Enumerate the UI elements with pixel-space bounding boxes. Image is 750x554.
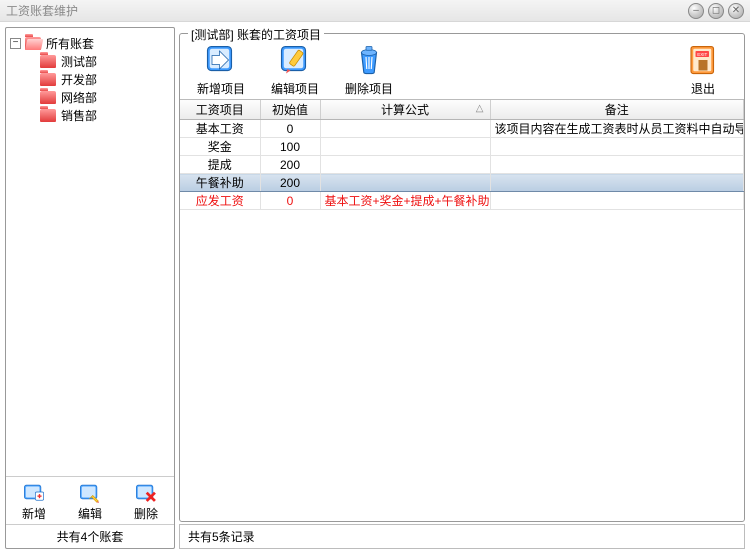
main-pane: [测试部] 账套的工资项目 新增项目 [179,27,745,549]
minimize-button[interactable]: – [688,3,704,19]
edit-icon [79,481,101,503]
add-item-label: 新增项目 [197,80,245,97]
tree-item[interactable]: 销售部 [10,106,170,124]
account-tree[interactable]: − 所有账套 测试部开发部网络部销售部 [6,28,174,476]
folder-icon [40,55,56,68]
sidebar-delete-label: 删除 [134,505,158,522]
sidebar: − 所有账套 测试部开发部网络部销售部 新增 [5,27,175,549]
table-cell[interactable] [320,156,490,174]
window-title: 工资账套维护 [6,2,78,19]
maximize-button[interactable]: ◻ [708,3,724,19]
table-cell[interactable]: 基本工资 [180,120,260,138]
col-initial-value[interactable]: 初始值 [260,100,320,120]
delete-item-icon [351,42,387,78]
table-row[interactable]: 奖金100 [180,138,744,156]
sidebar-toolbar: 新增 编辑 删除 [6,476,174,524]
table-header-row[interactable]: 工资项目 初始值 计算公式△ 备注 [180,100,744,120]
group-legend: [测试部] 账套的工资项目 [188,26,324,43]
table-row[interactable]: 提成200 [180,156,744,174]
table-cell[interactable]: 200 [260,156,320,174]
title-bar: 工资账套维护 – ◻ ✕ [0,0,750,22]
tree-item-label: 网络部 [61,89,97,106]
main-status: 共有5条记录 [179,524,745,549]
table-cell[interactable]: 提成 [180,156,260,174]
exit-label: 退出 [691,80,715,97]
sidebar-delete-button[interactable]: 删除 [121,481,171,522]
table-cell[interactable]: 该项目内容在生成工资表时从员工资料中自动导入 [490,120,744,138]
exit-icon: EXIT [685,42,721,78]
col-remark[interactable]: 备注 [490,100,744,120]
sidebar-edit-label: 编辑 [78,505,102,522]
table-row[interactable]: 应发工资0基本工资+奖金+提成+午餐补助 [180,192,744,210]
tree-item-label: 测试部 [61,53,97,70]
folder-icon [40,91,56,104]
tree-item[interactable]: 测试部 [10,52,170,70]
add-item-icon [203,42,239,78]
sidebar-add-label: 新增 [22,505,46,522]
table-cell[interactable]: 200 [260,174,320,192]
table-cell[interactable] [320,174,490,192]
folder-icon [40,109,56,122]
salary-table-container[interactable]: 工资项目 初始值 计算公式△ 备注 基本工资0该项目内容在生成工资表时从员工资料… [180,99,744,521]
col-item-name[interactable]: 工资项目 [180,100,260,120]
tree-item[interactable]: 开发部 [10,70,170,88]
delete-item-button[interactable]: 删除项目 [338,42,400,97]
table-row[interactable]: 基本工资0 该项目内容在生成工资表时从员工资料中自动导入 [180,120,744,138]
edit-item-button[interactable]: 编辑项目 [264,42,326,97]
delete-icon [135,481,157,503]
edit-item-label: 编辑项目 [271,80,319,97]
add-icon [23,481,45,503]
table-cell[interactable]: 奖金 [180,138,260,156]
table-cell[interactable]: 应发工资 [180,192,260,210]
sort-asc-icon: △ [476,103,484,114]
tree-root[interactable]: − 所有账套 [10,34,170,52]
table-cell[interactable]: 100 [260,138,320,156]
svg-text:EXIT: EXIT [697,52,707,57]
folder-icon [40,73,56,86]
close-button[interactable]: ✕ [728,3,744,19]
edit-item-icon [277,42,313,78]
salary-table[interactable]: 工资项目 初始值 计算公式△ 备注 基本工资0该项目内容在生成工资表时从员工资料… [180,100,744,210]
add-item-button[interactable]: 新增项目 [190,42,252,97]
table-cell[interactable]: 基本工资+奖金+提成+午餐补助 [320,192,490,210]
tree-item-label: 开发部 [61,71,97,88]
sidebar-status: 共有4个账套 [6,524,174,548]
exit-button[interactable]: EXIT 退出 [672,42,734,97]
col-formula[interactable]: 计算公式△ [320,100,490,120]
tree-item-label: 销售部 [61,107,97,124]
table-cell[interactable] [490,138,744,156]
tree-item[interactable]: 网络部 [10,88,170,106]
table-cell[interactable]: 0 [260,120,320,138]
tree-toggle-icon[interactable]: − [10,38,21,49]
table-row[interactable]: 午餐补助200 [180,174,744,192]
table-cell[interactable] [490,156,744,174]
sidebar-add-button[interactable]: 新增 [9,481,59,522]
tree-root-label: 所有账套 [46,35,94,52]
table-cell[interactable]: 午餐补助 [180,174,260,192]
salary-item-group: [测试部] 账套的工资项目 新增项目 [179,33,745,522]
folder-open-icon [25,37,41,50]
table-cell[interactable]: 0 [260,192,320,210]
main-toolbar: 新增项目 编辑项目 [180,34,744,99]
window-controls: – ◻ ✕ [688,3,744,19]
sidebar-edit-button[interactable]: 编辑 [65,481,115,522]
table-cell[interactable] [490,192,744,210]
delete-item-label: 删除项目 [345,80,393,97]
table-cell[interactable] [320,120,490,138]
table-cell[interactable] [490,174,744,192]
table-cell[interactable] [320,138,490,156]
